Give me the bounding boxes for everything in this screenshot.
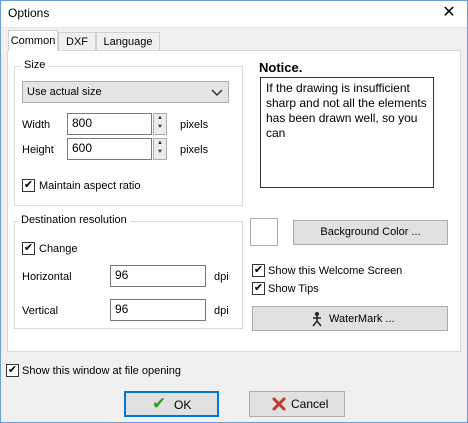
welcome-screen-checkbox[interactable]: ✔ [252,264,265,277]
aspect-ratio-checkbox[interactable]: ✔ [22,179,35,192]
notice-text: If the drawing is insufficient sharp and… [266,81,427,140]
ok-button[interactable]: ✔ OK [124,391,219,417]
vertical-label: Vertical [22,305,59,317]
show-window-label: Show this window at file opening [22,365,181,377]
height-spinner[interactable]: ▲ ▼ [153,138,167,160]
chevron-down-icon [211,89,223,97]
width-spinner[interactable]: ▲ ▼ [153,113,167,135]
notice-text-box: If the drawing is insufficient sharp and… [260,77,434,188]
cancel-x-icon [272,397,286,411]
width-input[interactable]: 800 [67,113,152,135]
width-unit: pixels [180,119,209,131]
notice-title: Notice. [259,60,303,75]
tab-language[interactable]: Language [96,32,160,50]
show-tips-label: Show Tips [268,283,319,295]
spin-up-icon[interactable]: ▲ [154,139,166,148]
resolution-legend: Destination resolution [18,214,130,226]
vertical-input[interactable]: 96 [110,299,206,321]
watermark-icon [312,312,322,327]
welcome-screen-label: Show this Welcome Screen [268,265,403,277]
change-label: Change [39,243,78,255]
spin-down-icon[interactable]: ▼ [154,123,166,132]
background-color-swatch[interactable] [250,218,278,246]
title-bar [0,0,468,28]
spin-up-icon[interactable]: ▲ [154,114,166,123]
vertical-unit: dpi [214,305,229,317]
width-label: Width [22,119,51,131]
height-input[interactable]: 600 [67,138,152,160]
tab-common[interactable]: Common [8,30,58,51]
tab-dxf[interactable]: DXF [58,32,96,50]
ok-label: OK [174,398,192,412]
watermark-button[interactable]: WaterMark ... [252,306,448,331]
window-title: Options [8,6,50,20]
watermark-label: WaterMark ... [329,313,395,325]
aspect-ratio-label: Maintain aspect ratio [39,180,141,192]
spin-down-icon[interactable]: ▼ [154,148,166,157]
show-window-checkbox[interactable]: ✔ [6,364,19,377]
horizontal-input[interactable]: 96 [110,265,206,287]
check-icon: ✔ [152,394,167,413]
size-legend: Size [21,59,49,71]
size-mode-value: Use actual size [27,86,102,98]
change-checkbox[interactable]: ✔ [22,242,35,255]
height-unit: pixels [180,144,209,156]
horizontal-label: Horizontal [22,271,72,283]
height-label: Height [22,144,54,156]
size-mode-select[interactable]: Use actual size [22,81,229,103]
cancel-label: Cancel [291,397,329,411]
cancel-button[interactable]: Cancel [249,391,345,417]
horizontal-unit: dpi [214,271,229,283]
background-color-button[interactable]: Background Color ... [293,220,448,245]
show-tips-checkbox[interactable]: ✔ [252,282,265,295]
close-button[interactable]: ✕ [437,3,461,23]
